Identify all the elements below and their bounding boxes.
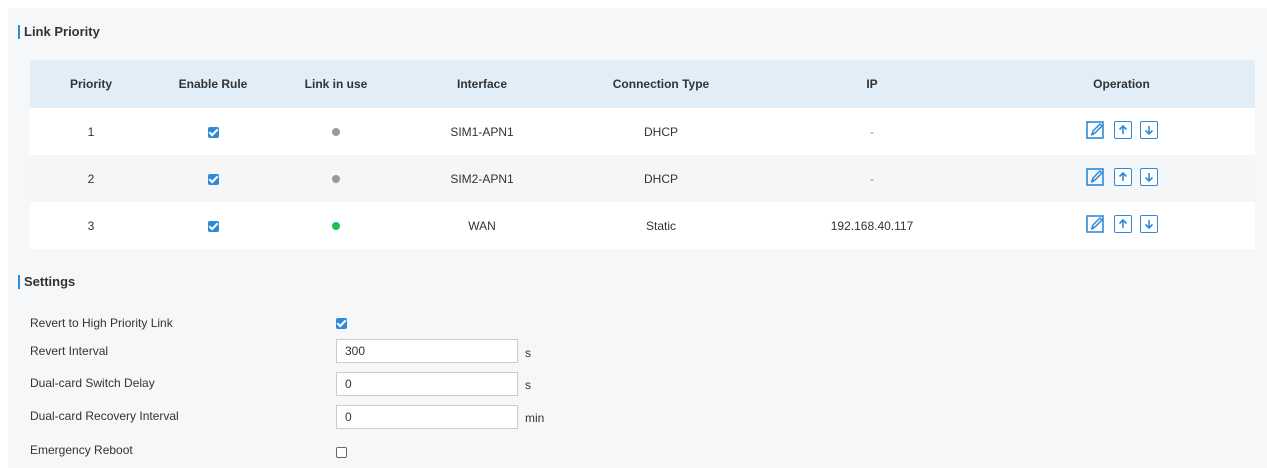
recovery-interval-input[interactable]: 0 [336,405,518,429]
col-priority: Priority [69,77,112,91]
col-operation: Operation [1093,77,1150,91]
table-row: 1 SIM1-APN1 DHCP - [30,108,1255,155]
link-priority-table: Priority Enable Rule Link in use Interfa… [30,60,1255,249]
enable-rule-checkbox[interactable] [207,220,219,232]
table-row: 2 SIM2-APN1 DHCP - [30,155,1255,202]
col-enable-rule: Enable Rule [178,77,248,91]
recovery-interval-unit: min [525,411,545,425]
priority-cell: 1 [87,124,95,139]
interface-cell: SIM2-APN1 [450,171,514,186]
arrow-down-icon[interactable] [1139,215,1158,233]
edit-icon[interactable] [1085,214,1106,234]
edit-icon[interactable] [1085,120,1106,140]
col-connection-type: Connection Type [612,77,710,91]
interface-cell: WAN [468,218,496,233]
switch-delay-unit: s [525,378,531,392]
revert-label: Revert to High Priority Link [30,316,173,330]
revert-checkbox[interactable] [336,318,347,329]
col-ip: IP [866,77,878,91]
revert-interval-unit: s [525,346,531,360]
col-link-in-use: Link in use [304,77,368,91]
link-priority-title: Link Priority [18,25,100,39]
ip-cell: - [870,124,874,139]
arrow-down-icon[interactable] [1139,168,1158,186]
arrow-up-icon[interactable] [1113,215,1132,233]
edit-icon[interactable] [1085,167,1106,187]
recovery-interval-label: Dual-card Recovery Interval [30,409,179,423]
link-status-indicator [332,222,340,231]
settings-title: Settings [18,275,75,289]
emergency-reboot-label: Emergency Reboot [30,443,133,457]
col-interface: Interface [456,77,508,91]
link-status-indicator [332,175,340,184]
table-header-row: Priority Enable Rule Link in use Interfa… [30,60,1255,108]
enable-rule-checkbox[interactable] [207,126,219,138]
priority-cell: 3 [87,218,95,233]
switch-delay-input[interactable]: 0 [336,372,518,396]
table-row: 3 WAN Static 192.168.40.117 [30,202,1255,249]
connection-type-cell: Static [645,218,676,233]
arrow-up-icon[interactable] [1113,121,1132,139]
link-status-indicator [332,128,340,137]
arrow-down-icon[interactable] [1139,121,1158,139]
connection-type-cell: DHCP [643,171,678,186]
revert-interval-label: Revert Interval [30,344,109,358]
ip-cell: 192.168.40.117 [830,218,914,233]
priority-cell: 2 [87,171,95,186]
emergency-reboot-checkbox[interactable] [336,447,347,458]
interface-cell: SIM1-APN1 [450,124,514,139]
enable-rule-checkbox[interactable] [207,173,219,185]
connection-type-cell: DHCP [643,124,678,139]
revert-interval-input[interactable]: 300 [336,339,518,363]
arrow-up-icon[interactable] [1113,168,1132,186]
switch-delay-label: Dual-card Switch Delay [30,376,155,390]
ip-cell: - [870,171,874,186]
